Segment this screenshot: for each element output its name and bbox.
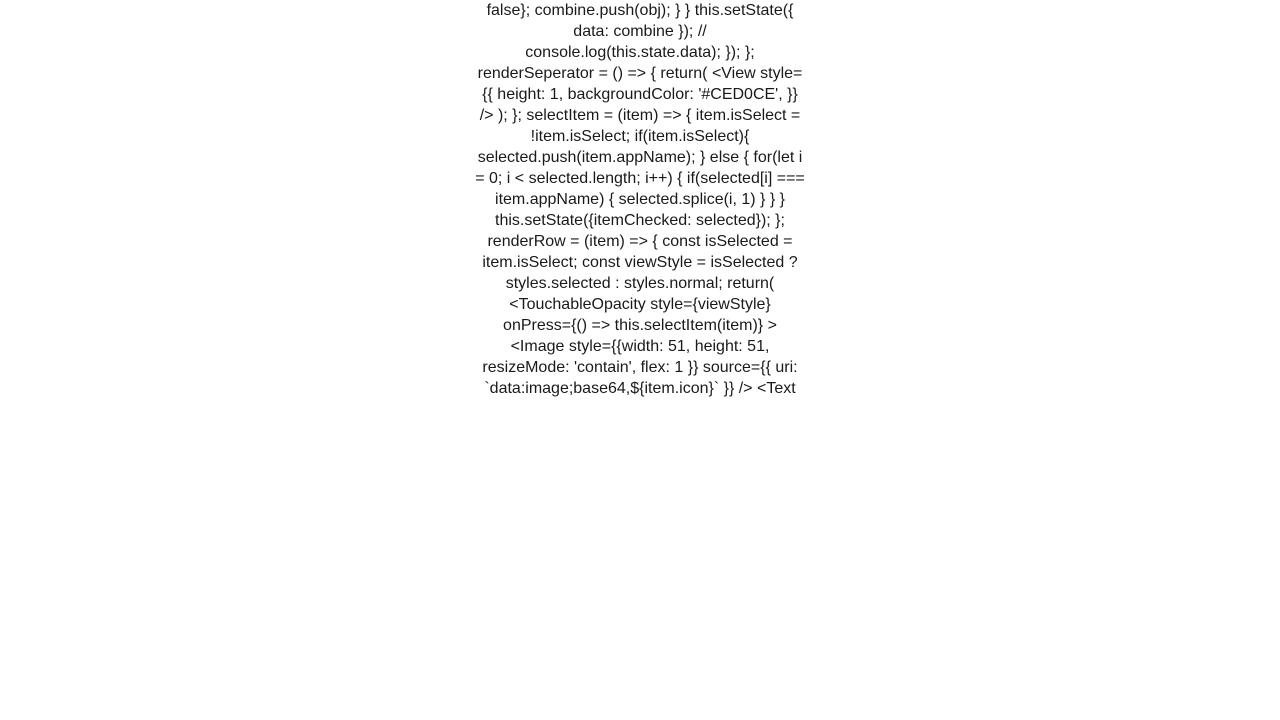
code-snippet: false}; combine.push(obj); } } this.setS… — [475, 0, 805, 399]
